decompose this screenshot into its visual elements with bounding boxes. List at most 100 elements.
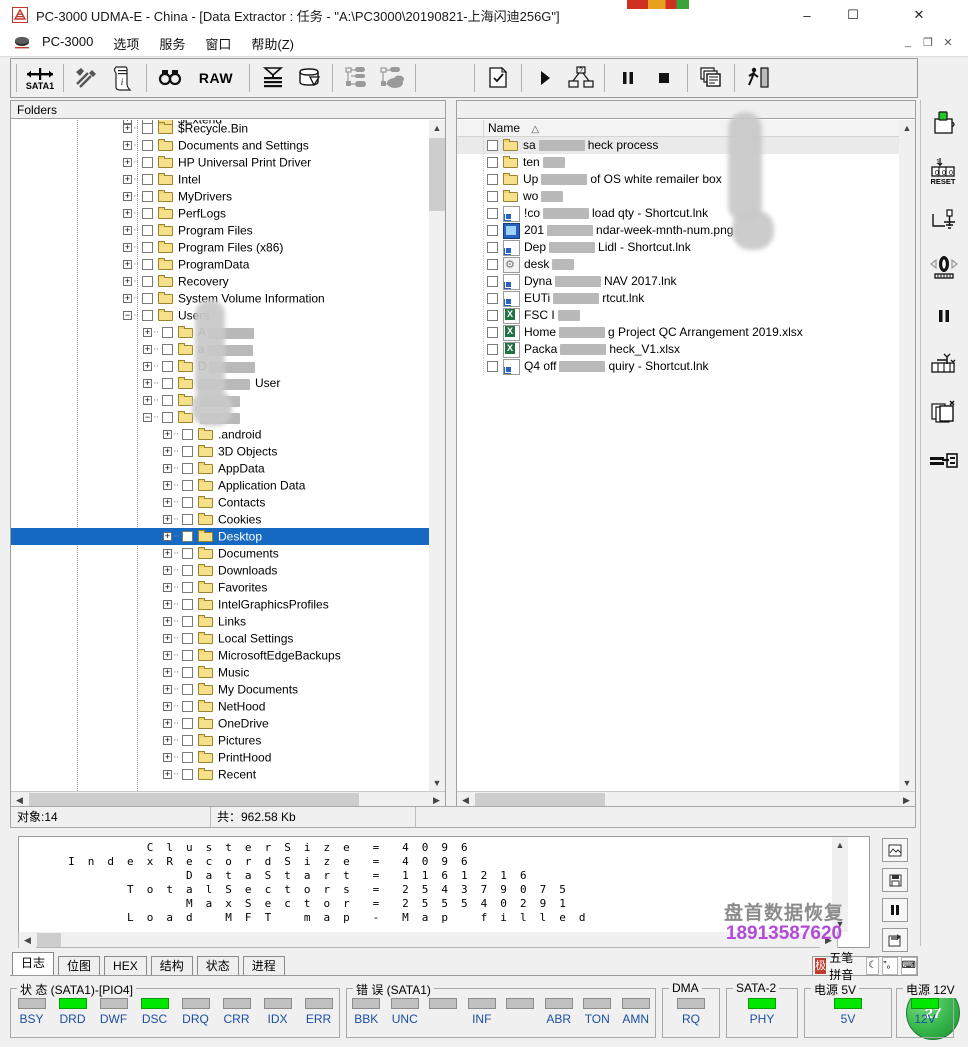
folder-checkbox[interactable] xyxy=(182,752,193,764)
file-list-row[interactable]: Up of OS white remailer box xyxy=(457,171,899,188)
expand-icon[interactable]: + xyxy=(163,651,172,661)
folder-checkbox[interactable] xyxy=(182,582,193,594)
file-checkbox[interactable] xyxy=(487,208,498,220)
expand-icon[interactable]: + xyxy=(123,192,132,202)
scroll-left-arrow[interactable]: ◀ xyxy=(19,932,36,948)
folder-tree-item[interactable]: + ·· Links xyxy=(11,613,445,630)
find-button[interactable] xyxy=(152,61,188,95)
file-checkbox[interactable] xyxy=(487,344,498,356)
folder-tree-item[interactable]: + ·· OneDrive xyxy=(11,715,445,732)
folder-checkbox[interactable] xyxy=(182,497,193,509)
expand-icon[interactable]: + xyxy=(123,124,132,134)
expand-icon[interactable]: + xyxy=(123,277,132,287)
folder-tree-item[interactable]: + ·· Documents and Settings xyxy=(11,137,445,154)
log-horizontal-scrollbar[interactable]: ◀ ▶ xyxy=(18,932,838,948)
file-checkbox[interactable] xyxy=(487,157,498,169)
file-list-row[interactable]: Homeg Project QC Arrangement 2019.xlsx xyxy=(457,324,899,341)
extract-button[interactable] xyxy=(921,436,967,484)
file-list-row[interactable]: sa heck process xyxy=(457,137,899,154)
log-hscroll-thumb[interactable] xyxy=(37,933,61,947)
folder-checkbox[interactable] xyxy=(182,616,193,628)
folder-checkbox[interactable] xyxy=(162,378,173,390)
scroll-up-arrow[interactable]: ▲ xyxy=(832,837,848,853)
log-vertical-scrollbar[interactable]: ▲ ▼ xyxy=(832,837,848,932)
expand-icon[interactable]: + xyxy=(163,600,172,610)
folder-tree-item[interactable]: + ·· PerfLogs xyxy=(11,205,445,222)
pause-button[interactable] xyxy=(882,898,908,922)
expand-icon[interactable]: + xyxy=(123,175,132,185)
folder-checkbox[interactable] xyxy=(142,310,153,322)
exit-button[interactable] xyxy=(740,61,776,95)
expand-icon[interactable]: + xyxy=(163,770,172,780)
folder-tree-item[interactable]: + ·· Recent xyxy=(11,766,445,783)
folder-tree-item[interactable]: + ·· Local Settings xyxy=(11,630,445,647)
folder-tree-item[interactable]: − ·· Users xyxy=(11,307,445,324)
disk-button[interactable] xyxy=(291,61,327,95)
tab-状态[interactable]: 状态 xyxy=(196,956,239,976)
maximize-button[interactable]: ☐ xyxy=(830,0,876,30)
folder-tree-item[interactable]: + ·· Application Data xyxy=(11,477,445,494)
expand-icon[interactable]: + xyxy=(163,566,172,576)
file-list-row[interactable]: Dep Lidl - Shortcut.lnk xyxy=(457,239,899,256)
start-button[interactable] xyxy=(527,61,563,95)
tab-日志[interactable]: 日志 xyxy=(12,952,55,976)
expand-icon[interactable]: + xyxy=(143,396,152,406)
folder-tree-item[interactable]: + ·· HP Universal Print Driver xyxy=(11,154,445,171)
folder-tree-item[interactable]: + ·· Program Files (x86) xyxy=(11,239,445,256)
collapse-icon[interactable]: − xyxy=(143,413,152,423)
file-list-row[interactable]: wo xyxy=(457,188,899,205)
folder-checkbox[interactable] xyxy=(182,480,193,492)
scroll-down-arrow[interactable]: ▼ xyxy=(832,916,848,932)
file-list-row[interactable]: !co load qty - Shortcut.lnk xyxy=(457,205,899,222)
folder-checkbox[interactable] xyxy=(142,293,153,305)
close-button[interactable]: ✕ xyxy=(896,0,942,30)
expand-icon[interactable]: + xyxy=(163,549,172,559)
scroll-up-arrow[interactable]: ▲ xyxy=(899,120,915,136)
expand-icon[interactable]: + xyxy=(163,583,172,593)
folder-tree-item[interactable]: + ·· Music xyxy=(11,664,445,681)
files-column-header[interactable]: Name △ xyxy=(457,120,915,137)
menu-item-window[interactable]: 窗口 xyxy=(203,34,233,53)
file-list-row[interactable]: Dyna NAV 2017.lnk xyxy=(457,273,899,290)
folder-checkbox[interactable] xyxy=(182,667,193,679)
folder-tree[interactable]: +··$Extend+··$Recycle.Bin+··Documents an… xyxy=(11,120,445,791)
folder-tree-item[interactable]: + ·· PrintHood xyxy=(11,749,445,766)
sata1-port-button[interactable]: SATA1 xyxy=(22,61,58,95)
folder-tree-item[interactable]: + ·· System Volume Information xyxy=(11,290,445,307)
save-button[interactable] xyxy=(882,868,908,892)
folder-tree-item[interactable]: +··A xyxy=(11,324,445,341)
folder-tree-item[interactable]: + ·· User xyxy=(11,375,445,392)
menu-item-service[interactable]: 服务 xyxy=(157,34,187,53)
expand-icon[interactable]: + xyxy=(163,702,172,712)
folder-checkbox[interactable] xyxy=(142,242,153,254)
folder-checkbox[interactable] xyxy=(182,633,193,645)
scroll-down-arrow[interactable]: ▼ xyxy=(429,775,445,791)
expand-icon[interactable]: + xyxy=(163,430,172,440)
folder-checkbox[interactable] xyxy=(182,769,193,781)
folder-tree-item[interactable]: + ·· Documents xyxy=(11,545,445,562)
folder-checkbox[interactable] xyxy=(142,208,153,220)
raw-button[interactable]: RAW xyxy=(188,61,244,95)
menu-item-help[interactable]: 帮助(Z) xyxy=(249,34,296,53)
folder-tree-item[interactable]: + ·· Cookies xyxy=(11,511,445,528)
tools-button[interactable] xyxy=(69,61,105,95)
expand-icon[interactable]: + xyxy=(123,141,132,151)
file-list-row[interactable]: EUTi rtcut.lnk xyxy=(457,290,899,307)
file-checkbox[interactable] xyxy=(487,174,498,186)
expand-icon[interactable]: + xyxy=(163,753,172,763)
folder-checkbox[interactable] xyxy=(142,123,153,135)
folder-tree-item[interactable]: + ·· ProgramData xyxy=(11,256,445,273)
file-checkbox[interactable] xyxy=(487,225,498,237)
folder-tree-item[interactable]: + ·· My Documents xyxy=(11,681,445,698)
expand-icon[interactable]: + xyxy=(123,226,132,236)
folder-checkbox[interactable] xyxy=(142,259,153,271)
folder-tree-item[interactable]: + ·· Pictures xyxy=(11,732,445,749)
tab-进程[interactable]: 进程 xyxy=(242,956,285,976)
mdi-minimize-button[interactable]: _ xyxy=(900,34,916,50)
expand-icon[interactable]: + xyxy=(163,617,172,627)
pause-button[interactable] xyxy=(610,61,646,95)
ime-language-bar[interactable]: 极 五笔拼音 ☾ ”。 ⌨ xyxy=(812,951,918,982)
expand-icon[interactable]: + xyxy=(163,498,172,508)
expand-icon[interactable]: + xyxy=(163,634,172,644)
ime-punctuation-icon[interactable]: ”。 xyxy=(882,957,898,975)
